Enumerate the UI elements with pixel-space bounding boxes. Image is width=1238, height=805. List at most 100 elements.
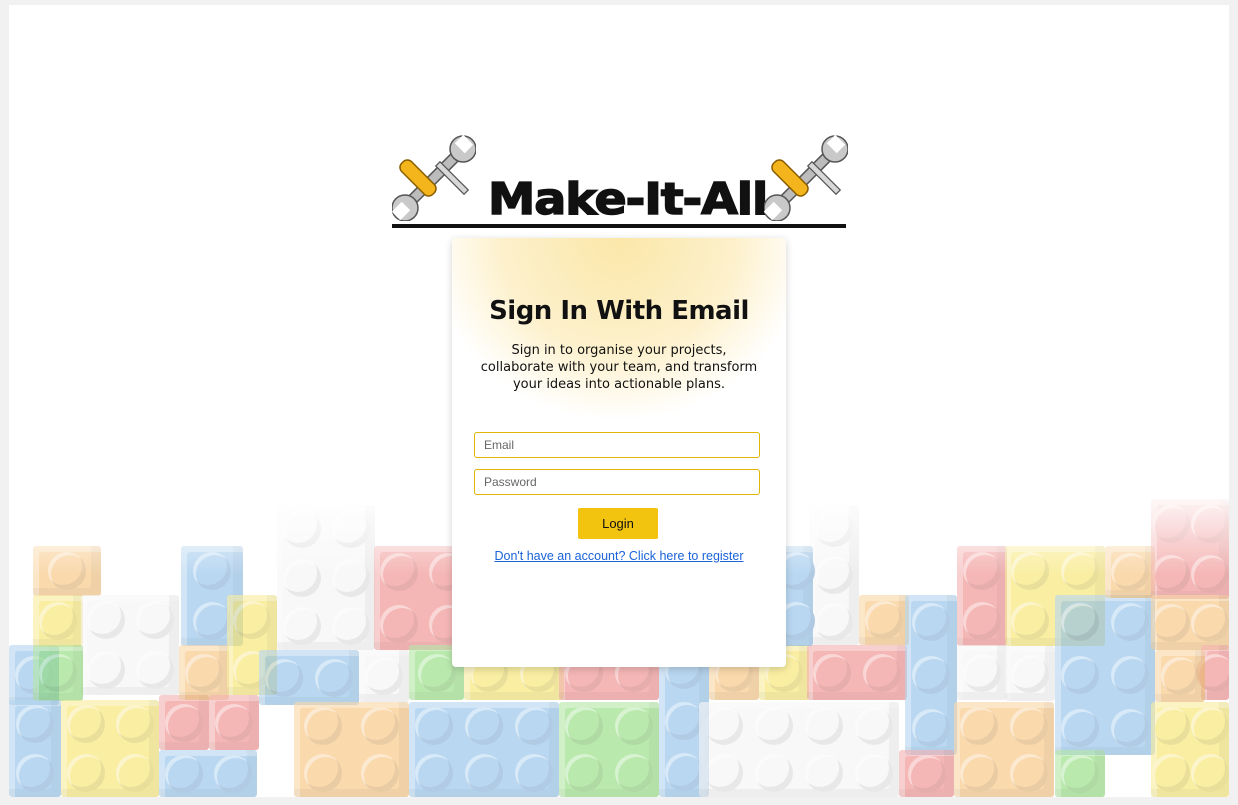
brick	[1151, 702, 1229, 797]
brick	[159, 750, 257, 797]
brick-stud	[815, 602, 853, 641]
signin-subtitle: Sign in to organise your projects, colla…	[480, 343, 758, 392]
brick	[33, 546, 101, 596]
brick-stud	[1061, 709, 1099, 748]
brick	[1151, 595, 1229, 650]
brick-stud	[1111, 553, 1149, 591]
brick	[1151, 499, 1229, 599]
brick-stud	[193, 552, 231, 590]
brick	[659, 645, 709, 797]
brick-stud	[361, 754, 400, 793]
brick-stud	[1111, 709, 1149, 748]
brick-stud	[1061, 602, 1099, 640]
brick	[277, 505, 375, 650]
brick	[957, 645, 1007, 700]
brick-stud	[233, 601, 271, 639]
brick	[1196, 645, 1229, 700]
brick	[859, 595, 909, 645]
brick-stud	[465, 754, 503, 793]
brick-stud	[907, 754, 946, 793]
brick-stud	[1061, 754, 1099, 793]
brick	[899, 750, 954, 797]
brick-stud	[16, 753, 54, 792]
brick-stud	[48, 552, 86, 590]
brick	[33, 645, 83, 701]
brick-stud	[86, 601, 125, 639]
brick-stud	[1161, 657, 1199, 695]
brick-stud	[963, 552, 1001, 590]
brick-stud	[813, 653, 851, 692]
brick-stud	[1151, 603, 1190, 642]
brick-stud	[465, 706, 503, 745]
brick-stud	[66, 753, 105, 792]
brick-stud	[1190, 706, 1229, 745]
brick-stud	[213, 754, 252, 793]
brick-stud	[1011, 654, 1049, 693]
brick	[9, 645, 59, 705]
signin-title: Sign In With Email	[489, 296, 749, 326]
brick-stud	[215, 703, 253, 742]
brick-stud	[233, 651, 271, 689]
brick-stud	[815, 556, 853, 594]
brick-stud	[805, 706, 843, 745]
brick-stud	[1111, 602, 1149, 641]
brick	[1055, 750, 1105, 797]
brick-stud	[1151, 505, 1190, 543]
brick	[179, 645, 229, 700]
brick	[33, 595, 83, 647]
brick	[294, 702, 409, 797]
brick-stud	[193, 602, 231, 640]
brick-stud	[960, 706, 998, 745]
brick-stud	[39, 602, 77, 640]
brick-stud	[185, 653, 223, 692]
brick-stud	[115, 705, 154, 744]
brick	[209, 695, 259, 750]
brick-stud	[1011, 552, 1049, 590]
brick-stud	[805, 754, 843, 793]
email-field[interactable]	[474, 432, 760, 458]
brick-stud	[282, 558, 321, 597]
brick-stud	[963, 653, 1001, 692]
brick-stud	[16, 705, 54, 744]
brick-stud	[1011, 602, 1049, 640]
brick-stud	[855, 754, 893, 793]
brick-stud	[565, 754, 603, 793]
brick	[807, 645, 907, 700]
brick-stud	[415, 754, 453, 793]
brick	[954, 702, 1054, 797]
brick-stud	[705, 706, 743, 745]
brick-stud	[1010, 706, 1048, 745]
brick	[181, 546, 243, 646]
brick	[9, 700, 61, 797]
login-button[interactable]: Login	[578, 508, 658, 539]
password-field[interactable]	[474, 469, 760, 495]
brick-stud	[615, 706, 653, 745]
brick-stud	[115, 753, 154, 792]
brick-stud	[417, 653, 456, 692]
brick	[699, 702, 899, 797]
brick-stud	[665, 752, 703, 791]
brick	[359, 650, 409, 702]
brick-stud	[615, 754, 653, 793]
brick-stud	[1151, 754, 1190, 793]
brick-stud	[379, 605, 418, 643]
brick-stud	[66, 705, 105, 744]
brick-stud	[755, 706, 793, 745]
brick-stud	[1190, 603, 1229, 642]
brick-stud	[963, 602, 1001, 640]
brick	[1155, 650, 1205, 702]
wrench-screwdriver-icon	[392, 135, 476, 221]
register-link[interactable]: Don't have an account? Click here to reg…	[452, 549, 786, 563]
page-background: Make-It-All Sign In With Email Sign in t…	[9, 5, 1229, 797]
brick-stud	[135, 601, 174, 639]
brick-stud	[331, 510, 370, 549]
brick-stud	[565, 706, 603, 745]
brick-stud	[164, 754, 203, 793]
brick-stud	[1111, 656, 1149, 694]
brick	[227, 595, 277, 695]
make-it-all-logo: Make-It-All	[392, 133, 848, 231]
brick-stud	[755, 754, 793, 793]
brick-stud	[365, 657, 403, 695]
brick-stud	[1190, 555, 1229, 593]
brick-stud	[415, 706, 453, 745]
